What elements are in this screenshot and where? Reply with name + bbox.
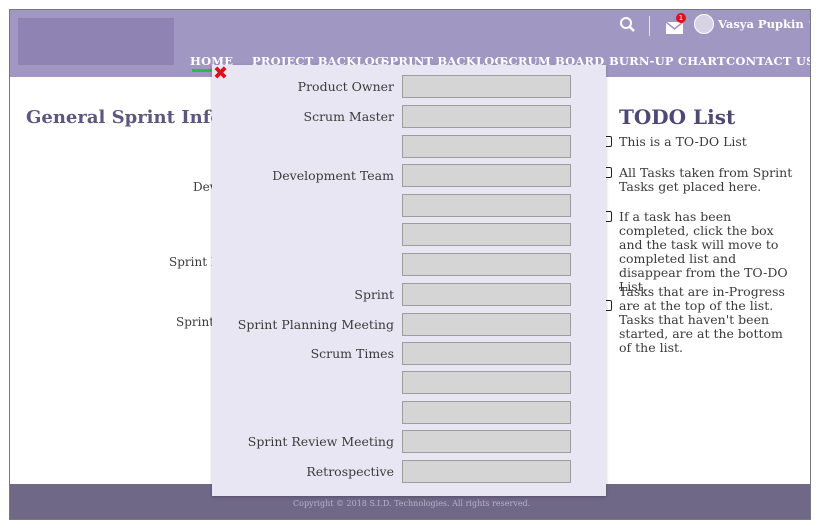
todo-item: If a task has been completed, click the … <box>603 210 793 294</box>
notification-badge: 1 <box>676 13 686 23</box>
label-product-owner: Product Owner <box>297 79 394 94</box>
scrum-times-field-3[interactable] <box>402 401 571 424</box>
label-sprint-review: Sprint Review Meeting <box>247 434 394 449</box>
scrum-master-field-2[interactable] <box>402 135 571 158</box>
copyright-text: Copyright © 2018 S.I.D. Technologies. Al… <box>293 499 531 508</box>
sprint-field[interactable] <box>402 283 571 306</box>
sprint-info-modal: Product Owner Scrum Master Development T… <box>212 65 606 496</box>
todo-item: This is a TO-DO List <box>603 135 793 149</box>
label-scrum-times: Scrum Times <box>310 346 394 361</box>
nav-burn-up-chart[interactable]: BURN-UP CHART <box>609 54 726 68</box>
development-team-field-4[interactable] <box>402 253 571 276</box>
development-team-field-3[interactable] <box>402 223 571 246</box>
todo-item-text: If a task has been completed, click the … <box>619 209 788 294</box>
product-owner-field[interactable] <box>402 75 571 98</box>
sprint-review-field[interactable] <box>402 430 571 453</box>
bg-label-sprint: Sprint <box>176 315 215 329</box>
header-divider <box>649 16 650 36</box>
label-sprint: Sprint <box>354 287 394 302</box>
search-icon[interactable] <box>618 15 638 35</box>
development-team-field-2[interactable] <box>402 194 571 217</box>
label-sprint-planning: Sprint Planning Meeting <box>237 317 394 332</box>
todo-item-text: This is a TO-DO List <box>619 134 747 149</box>
todo-item: All Tasks taken from Sprint Tasks get pl… <box>603 166 793 194</box>
development-team-field-1[interactable] <box>402 164 571 187</box>
label-retrospective: Retrospective <box>306 464 394 479</box>
close-icon[interactable]: ✖ <box>213 65 228 83</box>
scrum-master-field[interactable] <box>402 105 571 128</box>
user-menu[interactable]: Vasya Pupkin ∨ <box>718 17 810 31</box>
todo-item: Tasks that are in-Progress are at the to… <box>603 285 793 355</box>
scrum-times-field-1[interactable] <box>402 342 571 365</box>
nav-contact-us[interactable]: CONTACT US <box>726 54 810 68</box>
label-development-team: Development Team <box>272 168 394 183</box>
app-window: 1 Vasya Pupkin ∨ HOME PROJECT BACKLOG SP… <box>9 9 811 520</box>
label-scrum-master: Scrum Master <box>303 109 394 124</box>
todo-item-text: Tasks that are in-Progress are at the to… <box>619 284 785 355</box>
avatar[interactable] <box>694 14 714 34</box>
todo-heading: TODO List <box>619 105 736 129</box>
sprint-planning-field[interactable] <box>402 313 571 336</box>
scrum-times-field-2[interactable] <box>402 371 571 394</box>
todo-item-text: All Tasks taken from Sprint Tasks get pl… <box>619 165 793 194</box>
retrospective-field[interactable] <box>402 460 571 483</box>
